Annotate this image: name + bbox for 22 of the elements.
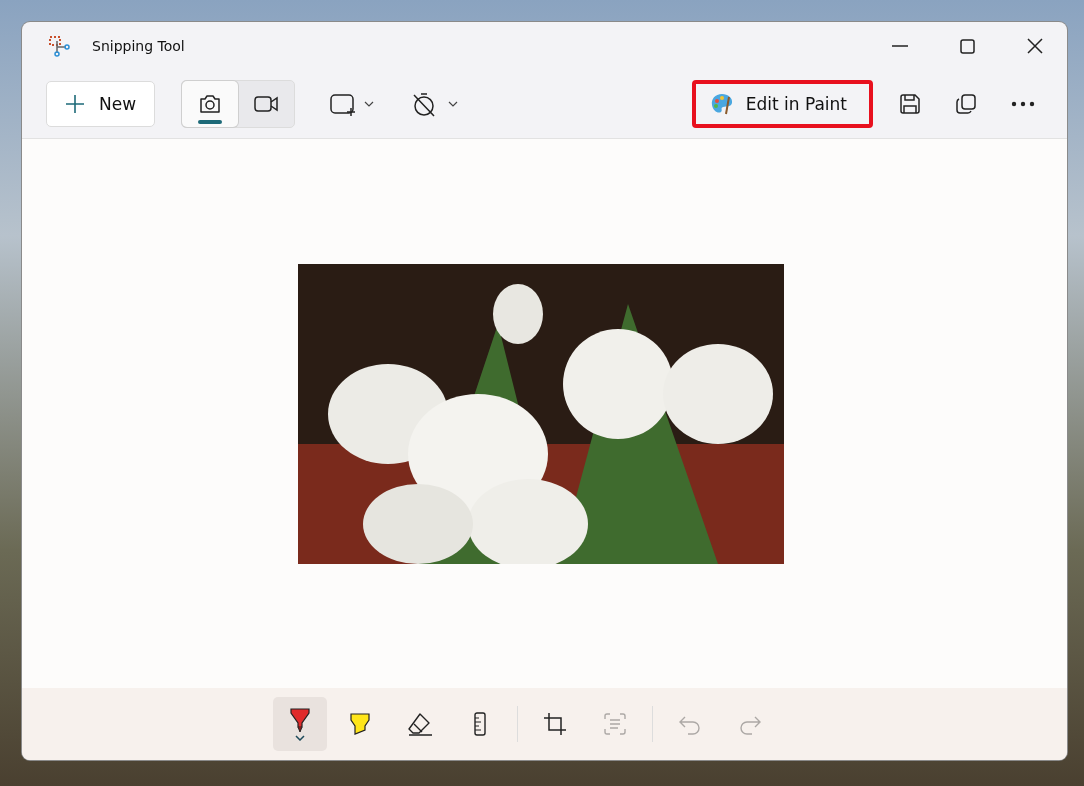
crop-icon — [542, 712, 567, 736]
new-button[interactable]: New — [46, 81, 156, 127]
photo-mode-button[interactable] — [182, 81, 239, 127]
pen-tool-button[interactable] — [272, 697, 327, 751]
plus-icon — [65, 94, 85, 114]
close-icon[interactable] — [1027, 38, 1043, 54]
save-icon[interactable] — [899, 93, 921, 115]
video-camera-icon — [253, 94, 280, 114]
edit-in-paint-button[interactable]: Edit in Paint — [691, 80, 873, 128]
eraser-icon — [406, 712, 433, 736]
ruler-icon — [472, 712, 487, 736]
more-options-icon[interactable] — [1011, 101, 1035, 107]
timer-off-icon — [411, 91, 460, 117]
highlighter-icon — [348, 712, 371, 736]
copy-icon[interactable] — [955, 93, 977, 115]
window-title: Snipping Tool — [92, 38, 185, 54]
pen-icon — [287, 707, 312, 741]
scissors-icon — [48, 35, 70, 57]
camera-icon — [198, 93, 223, 115]
palette-icon — [709, 92, 734, 116]
maximize-icon[interactable] — [960, 38, 975, 54]
text-actions-icon — [602, 712, 627, 736]
